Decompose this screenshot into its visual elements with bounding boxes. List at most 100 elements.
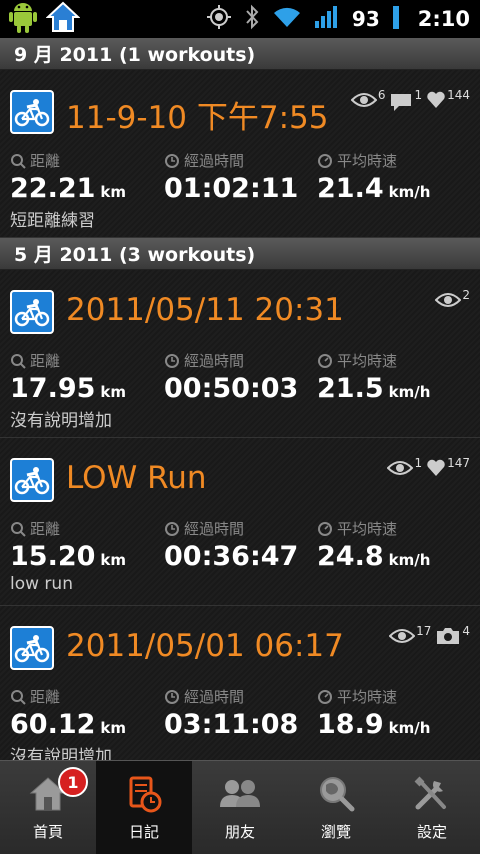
notification-badge: 1 [58,767,88,797]
distance-value: 22.21 [10,173,96,204]
tab-label: 日記 [128,823,159,841]
speed-unit: km/h [388,183,431,201]
speedometer-icon [318,689,332,704]
workout-description: 短距離練習 [10,211,95,231]
distance-label: 距離 [30,352,61,370]
workout-badges: 1 147 [387,456,470,478]
bottom-tab-bar: 1 首頁 日記 朋友 瀏覽 設定 [0,760,480,854]
workout-item[interactable]: 11-9-10 下午7:55 6 1 144 距離 22.21km 經過時間 [0,70,480,238]
speed-value: 24.8 [317,541,384,572]
duration-value: 03:11:08 [164,709,299,740]
tab-diary[interactable]: 日記 [96,761,192,854]
workout-stats: 距離 22.21 km 經過時間 01:02:11 平均時速 21.4 km/h [10,150,470,206]
distance-label: 距離 [30,520,61,538]
settings-icon [414,776,446,810]
heart-icon [427,91,445,108]
distance-label: 距離 [30,152,61,170]
speed-label: 平均時速 [337,352,398,370]
views-badge: 2 [435,288,470,310]
workout-item[interactable]: 2011/05/11 20:31 2 距離 17.95 km 經過時間 00:50… [0,270,480,438]
browse-icon [320,777,355,812]
speed-label: 平均時速 [337,688,398,706]
workout-description: 沒有說明增加 [10,747,112,760]
views-count: 1 [414,456,423,470]
distance-label: 距離 [30,688,61,706]
section-header: 9 月 2011 (1 workouts) [0,38,480,70]
comments-badge: 1 [389,88,422,114]
clock-icon [165,689,179,704]
camera-icon [437,628,460,644]
workout-description: 沒有說明增加 [10,411,112,431]
workout-item[interactable]: LOW Run 1 147 距離 15.20 km 經過時間 00:36:47 平… [0,438,480,606]
comment-icon [391,94,412,111]
likes-count: 144 [447,88,470,102]
cycling-icon [10,90,54,134]
speed-label: 平均時速 [337,520,398,538]
workout-stats: 距離 17.95 km 經過時間 00:50:03 平均時速 21.5 km/h [10,350,470,406]
home-shortcut-icon [45,1,81,37]
diary-icon [129,776,162,813]
distance-unit: km [100,183,127,201]
distance-value: 60.12 [10,709,96,740]
android-icon [8,0,38,38]
status-bar: 93 2:10 [0,0,480,38]
duration-label: 經過時間 [184,152,245,170]
duration-stat: 經過時間 01:02:11 [164,150,298,204]
photos-badge: 4 [435,624,470,646]
distance-value: 15.20 [10,541,96,572]
tab-browse[interactable]: 瀏覽 [288,761,384,854]
speed-value: 21.4 [317,173,384,204]
friends-icon [220,780,260,807]
photos-count: 4 [462,624,470,638]
workout-title: 2011/05/11 20:31 [66,292,344,328]
tab-friends[interactable]: 朋友 [192,761,288,854]
duration-stat: 經過時間 00:50:03 [164,350,298,404]
gps-icon [206,4,232,34]
workout-badges: 2 [435,288,470,310]
speedometer-icon [318,521,332,536]
workout-badges: 6 1 144 [350,88,470,114]
distance-stat: 距離 17.95 km [10,350,126,404]
duration-value: 01:02:11 [164,173,299,204]
battery-icon [392,4,400,34]
cycling-icon [10,626,54,670]
views-count: 17 [416,624,432,638]
tab-label: 設定 [416,823,447,841]
speed-stat: 平均時速 21.4 km/h [317,150,430,204]
distance-stat: 距離 22.21 km [10,150,126,204]
workout-title: 2011/05/01 06:17 [66,628,344,664]
tab-label: 朋友 [224,823,255,841]
wifi-icon [272,5,302,33]
eye-icon [389,629,416,643]
workout-list[interactable]: 9 月 2011 (1 workouts) 11-9-10 下午7:55 6 1 [0,38,480,760]
distance-icon [11,353,26,369]
speedometer-icon [318,353,332,368]
distance-value: 17.95 [10,373,96,404]
views-badge: 6 [350,88,385,110]
speed-label: 平均時速 [337,152,398,170]
likes-count: 147 [447,456,470,470]
cycling-icon [10,290,54,334]
views-badge: 1 [387,456,423,478]
signal-icon [314,5,340,33]
speed-stat: 平均時速 24.8 km/h [317,518,430,572]
battery-level: 93 [351,7,380,31]
workout-item[interactable]: 2011/05/01 06:17 17 4 距離 60.12 km 經過時間 03… [0,606,480,760]
speed-stat: 平均時速 21.5 km/h [317,350,430,404]
bluetooth-icon [244,4,260,34]
workout-stats: 距離 60.12 km 經過時間 03:11:08 平均時速 18.9 km/h [10,686,470,742]
speed-stat: 平均時速 18.9 km/h [317,686,430,740]
duration-value: 00:50:03 [164,373,299,404]
tab-home[interactable]: 1 首頁 [0,761,96,854]
distance-icon [11,521,26,537]
distance-unit: km [100,551,127,569]
eye-icon [387,461,414,475]
clock: 2:10 [417,7,470,31]
duration-label: 經過時間 [184,520,245,538]
speed-value: 21.5 [317,373,384,404]
duration-label: 經過時間 [184,352,245,370]
tab-settings[interactable]: 設定 [384,761,480,854]
distance-icon [11,153,26,169]
duration-stat: 經過時間 00:36:47 [164,518,298,572]
speed-unit: km/h [388,383,431,401]
